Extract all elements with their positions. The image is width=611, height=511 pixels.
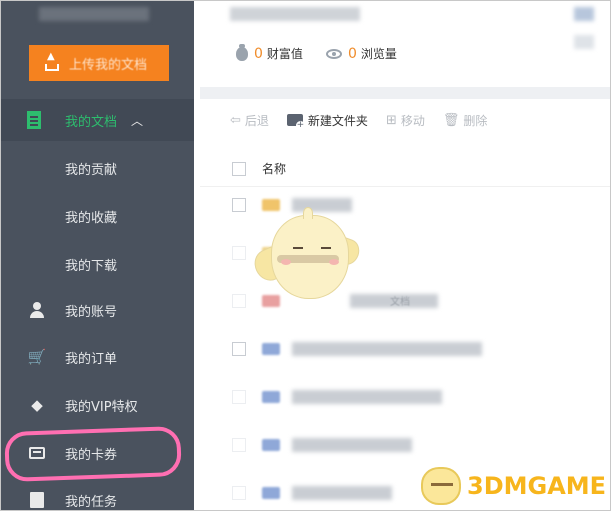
row-checkbox[interactable] xyxy=(232,486,246,500)
upload-document-button[interactable]: 上传我的文档 xyxy=(29,45,169,81)
row-checkbox[interactable] xyxy=(232,198,246,212)
wealth-value: 0 xyxy=(254,45,263,62)
delete-label: 删除 xyxy=(463,113,488,128)
upload-button-label: 上传我的文档 xyxy=(69,57,148,73)
row-checkbox[interactable] xyxy=(232,390,246,404)
file-icon xyxy=(262,487,280,499)
task-icon xyxy=(27,491,47,509)
folder-icon xyxy=(262,199,280,211)
file-name-blurred xyxy=(292,342,482,356)
row-checkbox[interactable] xyxy=(232,438,246,452)
mascot-eye xyxy=(321,247,331,249)
row-checkbox[interactable] xyxy=(232,342,246,356)
file-name-blurred xyxy=(292,438,412,452)
file-icon xyxy=(262,343,280,355)
views-stat: 0 浏览量 xyxy=(326,45,397,62)
sidebar-item-label: 我的VIP特权 xyxy=(65,399,138,415)
sidebar-item-tasks[interactable]: 我的任务 xyxy=(1,485,194,510)
move-icon: ⊞ xyxy=(385,112,397,128)
sidebar-subitem-downloads[interactable]: 我的下载 xyxy=(65,255,117,274)
sidebar-item-account[interactable]: 我的账号 xyxy=(1,295,194,325)
new-folder-label: 新建文件夹 xyxy=(307,113,368,128)
back-label: 后退 xyxy=(244,113,269,128)
sidebar-subitem-contributions[interactable]: 我的贡献 xyxy=(65,159,117,178)
sidebar-item-label: 我的任务 xyxy=(65,494,118,510)
mascot-sticker xyxy=(249,207,363,303)
sidebar-item-label: 我的文档 xyxy=(65,114,118,130)
mascot-logo-icon xyxy=(421,467,461,505)
list-item[interactable] xyxy=(200,331,610,367)
upload-icon xyxy=(43,51,61,72)
money-bag-icon xyxy=(236,43,248,61)
mascot-blush xyxy=(329,259,339,265)
watermark-logo: 3DMGAME xyxy=(421,463,610,509)
new-folder-button[interactable]: 新建文件夹 xyxy=(286,112,368,130)
back-button[interactable]: ⇦ 后退 xyxy=(230,112,269,129)
sidebar: 上传我的文档 我的文档 ︿ 我的贡献 我的收藏 我的下载 我的账号 🛒 我的订单… xyxy=(1,1,194,510)
chevron-up-icon: ︿ xyxy=(131,113,144,128)
blurred-element xyxy=(574,35,594,49)
sidebar-item-my-documents[interactable]: 我的文档 ︿ xyxy=(1,99,194,141)
new-folder-icon xyxy=(286,114,305,130)
list-item[interactable] xyxy=(200,427,610,463)
eye-icon xyxy=(326,48,342,59)
profile-header: 0 财富值 0 浏览量 xyxy=(200,1,610,87)
list-item[interactable] xyxy=(200,379,610,415)
trash-icon: 🗑 xyxy=(442,112,460,128)
wealth-stat: 0 财富值 xyxy=(236,43,303,62)
section-divider xyxy=(200,87,610,99)
file-list-header: 名称 xyxy=(200,151,610,187)
sidebar-subitem-favorites[interactable]: 我的收藏 xyxy=(65,207,117,226)
file-icon xyxy=(262,439,280,451)
file-name-blurred xyxy=(292,486,392,500)
arrow-left-icon: ⇦ xyxy=(230,112,241,128)
name-column-header: 名称 xyxy=(262,162,287,176)
breadcrumb-blurred xyxy=(230,7,360,21)
row-checkbox[interactable] xyxy=(232,294,246,308)
row-checkbox[interactable] xyxy=(232,246,246,260)
watermark-text: 3DMGAME xyxy=(467,472,607,500)
wealth-label: 财富值 xyxy=(266,47,303,61)
cart-icon: 🛒 xyxy=(27,348,47,366)
select-all-checkbox[interactable] xyxy=(232,161,246,176)
file-suffix-label: 文档 xyxy=(390,297,410,308)
file-icon xyxy=(262,391,280,403)
delete-button[interactable]: 🗑 删除 xyxy=(443,112,488,129)
move-label: 移动 xyxy=(400,113,425,128)
sidebar-header-blurred xyxy=(39,7,149,21)
mascot-eye xyxy=(293,247,303,249)
diamond-icon: ◆ xyxy=(31,396,43,414)
file-toolbar: ⇦ 后退 新建文件夹 ⊞ 移动 🗑 删除 xyxy=(200,99,610,141)
mascot-blush xyxy=(281,259,291,265)
sidebar-item-orders[interactable]: 🛒 我的订单 xyxy=(1,342,194,372)
highlight-annotation xyxy=(4,425,182,483)
sidebar-item-label: 我的账号 xyxy=(65,304,118,320)
file-name-blurred xyxy=(292,198,352,212)
sidebar-item-vip[interactable]: ◆ 我的VIP特权 xyxy=(1,390,194,420)
move-button[interactable]: ⊞ 移动 xyxy=(386,112,425,129)
blurred-element xyxy=(574,7,594,21)
sidebar-item-label: 我的订单 xyxy=(65,351,118,367)
mascot-tuft xyxy=(303,207,313,219)
file-name-blurred xyxy=(292,390,442,404)
window-frame: 上传我的文档 我的文档 ︿ 我的贡献 我的收藏 我的下载 我的账号 🛒 我的订单… xyxy=(0,0,611,511)
document-icon xyxy=(27,111,41,129)
views-label: 浏览量 xyxy=(360,47,397,61)
person-icon xyxy=(27,301,47,319)
views-value: 0 xyxy=(348,45,357,62)
